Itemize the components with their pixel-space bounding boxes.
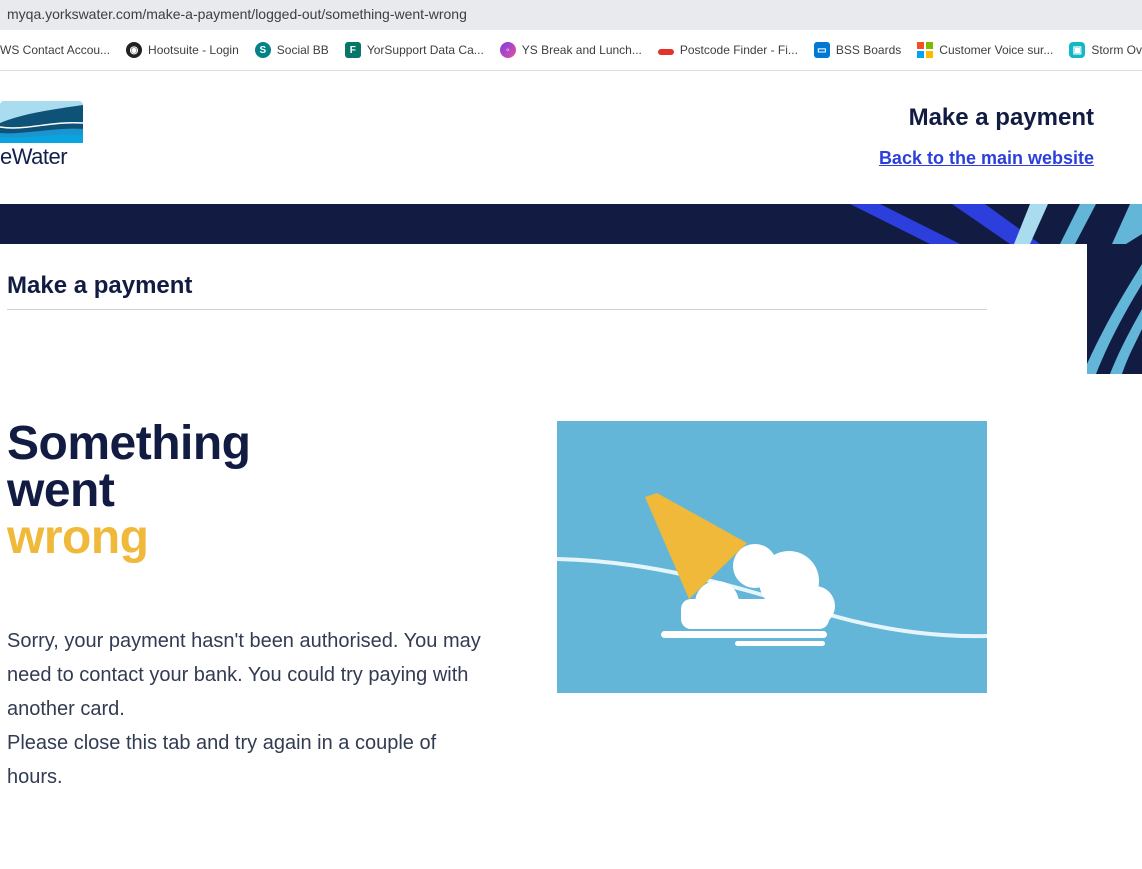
- section-title: Make a payment: [7, 272, 193, 299]
- dropped-ice-cream-illustration: [557, 421, 987, 693]
- royal-mail-icon: [657, 49, 674, 55]
- sharepoint-icon: S: [254, 42, 271, 58]
- logo-waves-icon: [0, 101, 84, 143]
- bookmark-label: WS Contact Accou...: [0, 43, 111, 57]
- bookmark-ys-break[interactable]: ◦ YS Break and Lunch...: [499, 42, 642, 58]
- bookmark-postcode-finder[interactable]: Postcode Finder - Fi...: [657, 43, 798, 57]
- content-card: [0, 244, 1087, 404]
- bookmark-social-bb[interactable]: S Social BB: [254, 42, 329, 58]
- bookmark-label: YorSupport Data Ca...: [366, 43, 484, 57]
- azure-devops-icon: ▭: [813, 42, 830, 58]
- bookmark-yorsupport[interactable]: F YorSupport Data Ca...: [344, 42, 484, 58]
- bookmark-label: Social BB: [276, 43, 329, 57]
- url-text: myqa.yorkswater.com/make-a-payment/logge…: [7, 6, 467, 22]
- section-divider: [7, 309, 987, 310]
- forms-icon: F: [344, 42, 361, 58]
- heading-line-1: Something: [7, 417, 251, 470]
- header-title: Make a payment: [908, 104, 1094, 131]
- bookmark-storm-overflow[interactable]: ▣ Storm Overflow: [1069, 42, 1142, 58]
- heading-line-3: wrong: [7, 511, 149, 564]
- storm-icon: ▣: [1069, 42, 1086, 58]
- back-to-main-website-link[interactable]: Back to the main website: [879, 148, 1094, 169]
- loop-icon: ◦: [499, 42, 516, 58]
- heading-line-2: went: [7, 464, 115, 517]
- error-message: Sorry, your payment hasn't been authoris…: [7, 624, 497, 794]
- bookmark-label: YS Break and Lunch...: [521, 43, 642, 57]
- bookmark-label: Hootsuite - Login: [148, 43, 239, 57]
- bookmarks-bar: WS Contact Accou... ◉ Hootsuite - Login …: [0, 30, 1142, 71]
- bookmark-label: Customer Voice sur...: [939, 43, 1054, 57]
- bookmark-label: BSS Boards: [835, 43, 902, 57]
- bookmark-label: Postcode Finder - Fi...: [679, 43, 798, 57]
- bookmark-hootsuite[interactable]: ◉ Hootsuite - Login: [126, 42, 239, 58]
- logo-wordmark: eWater: [0, 144, 68, 169]
- address-bar[interactable]: myqa.yorkswater.com/make-a-payment/logge…: [0, 0, 1142, 30]
- bookmark-bss-boards[interactable]: ▭ BSS Boards: [813, 42, 902, 58]
- error-message-paragraph-1: Sorry, your payment hasn't been authoris…: [7, 630, 481, 720]
- owl-icon: ◉: [126, 42, 143, 58]
- bookmark-label: Storm Overflow: [1091, 43, 1142, 57]
- error-heading: Something went wrong: [7, 417, 251, 564]
- microsoft-icon: [917, 42, 934, 58]
- bookmark-ws-contact[interactable]: WS Contact Accou...: [0, 43, 110, 57]
- bookmark-customer-voice[interactable]: Customer Voice sur...: [917, 42, 1053, 58]
- error-message-paragraph-2: Please close this tab and try again in a…: [7, 732, 437, 788]
